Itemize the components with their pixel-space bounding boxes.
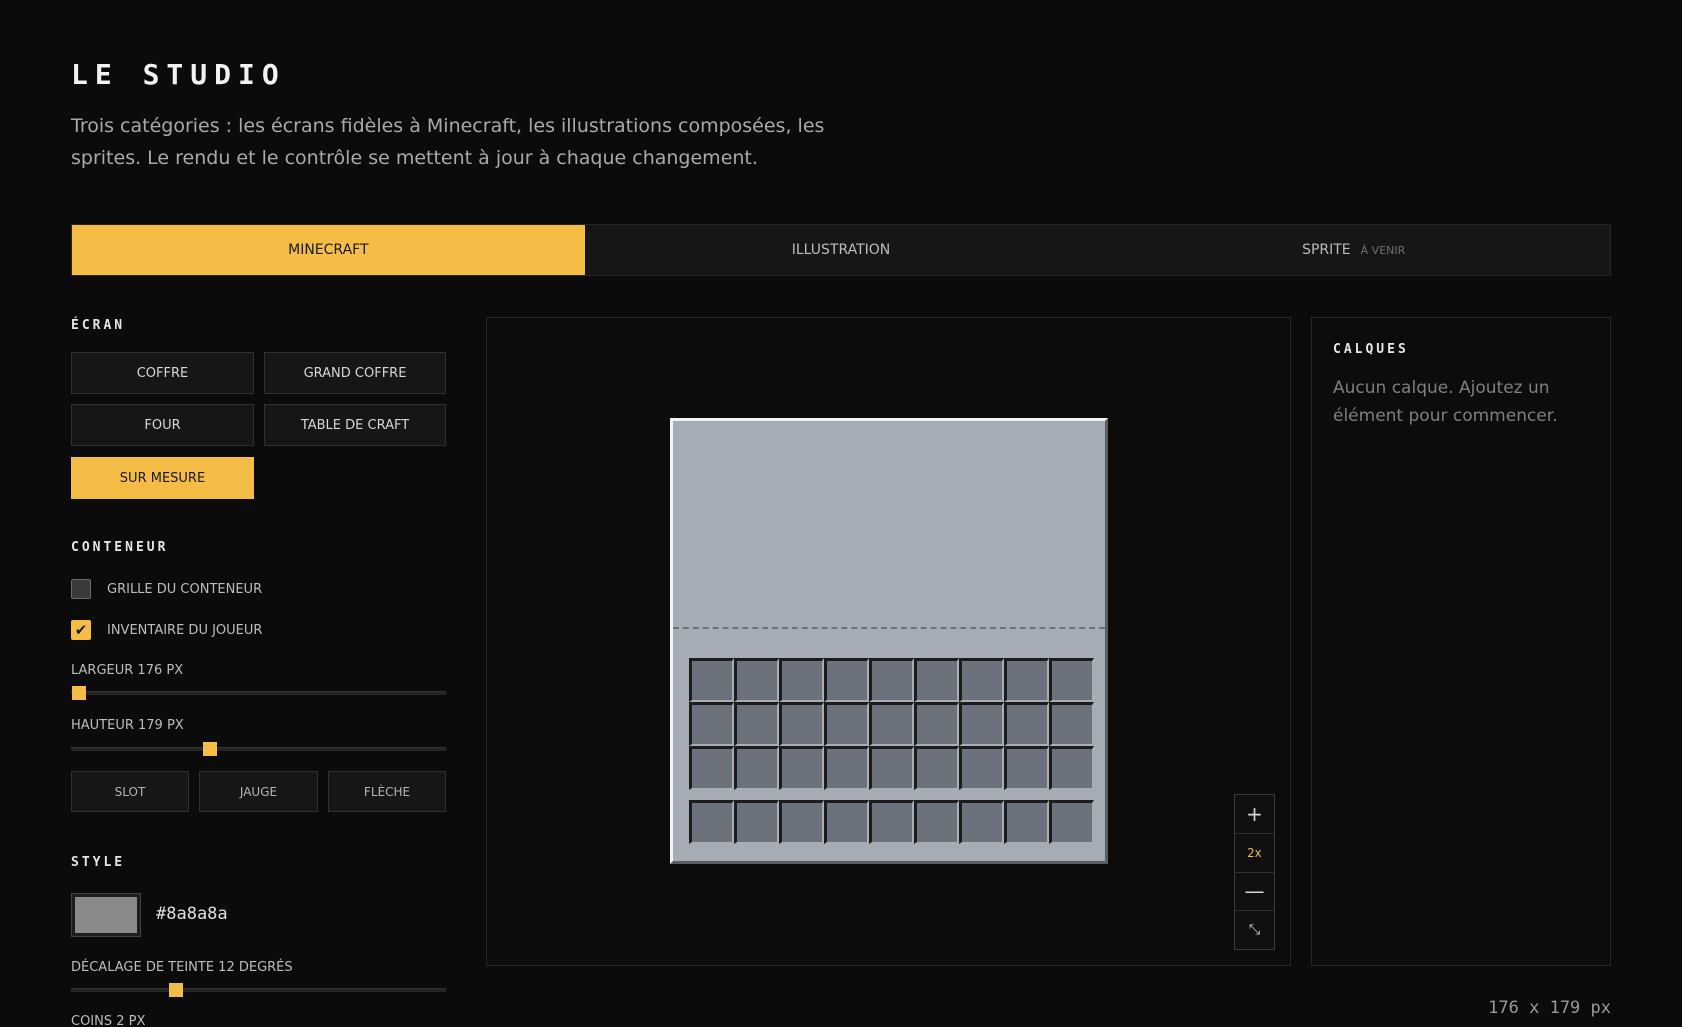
color-hex-value[interactable]: #8a8a8a xyxy=(156,904,228,924)
page-title: LE STUDIO xyxy=(71,58,286,91)
minecraft-gui-preview[interactable] xyxy=(670,418,1108,864)
inventory-slot[interactable] xyxy=(779,746,824,790)
height-slider[interactable] xyxy=(71,742,446,756)
width-slider[interactable] xyxy=(71,686,446,700)
hue-shift-label: DÉCALAGE DE TEINTE 12 DEGRÉS xyxy=(71,960,293,975)
inventory-slot[interactable] xyxy=(1049,658,1094,702)
add-gauge-button[interactable]: JAUGE xyxy=(199,771,318,812)
height-label: HAUTEUR 179 PX xyxy=(71,718,184,733)
inventory-slot[interactable] xyxy=(1049,702,1094,746)
fit-icon: ⤡ xyxy=(1248,922,1261,939)
screen-chest-button[interactable]: COFFRE xyxy=(71,352,254,394)
corners-label: COINS 2 PX xyxy=(71,1014,146,1027)
inventory-slot[interactable] xyxy=(734,658,779,702)
tab-label: SPRITE xyxy=(1302,242,1351,258)
tab-sprite[interactable]: SPRITE À VENIR xyxy=(1097,225,1610,275)
inventory-slot[interactable] xyxy=(734,746,779,790)
section-style-label: STYLE xyxy=(71,855,126,870)
inventory-slot[interactable] xyxy=(689,658,734,702)
inventory-slot[interactable] xyxy=(689,746,734,790)
plus-icon: + xyxy=(1246,801,1263,826)
inventory-slot[interactable] xyxy=(914,800,959,844)
zoom-controls: + 2x — ⤡ xyxy=(1234,794,1275,950)
hue-shift-slider[interactable] xyxy=(71,983,446,997)
inventory-slot[interactable] xyxy=(824,746,869,790)
layers-title: CALQUES xyxy=(1333,342,1409,357)
section-ecran-label: ÉCRAN xyxy=(71,318,126,333)
inventory-slot[interactable] xyxy=(779,702,824,746)
screen-custom-button[interactable]: SUR MESURE xyxy=(71,457,254,499)
inventory-slot[interactable] xyxy=(734,800,779,844)
layers-empty-message: Aucun calque. Ajoutez un élément pour co… xyxy=(1333,378,1558,426)
zoom-level: 2x xyxy=(1235,834,1274,873)
inventory-slot[interactable] xyxy=(1004,746,1049,790)
slider-thumb[interactable] xyxy=(169,983,183,997)
container-grid-label: GRILLE DU CONTENEUR xyxy=(107,581,263,597)
minus-icon: — xyxy=(1244,879,1265,904)
inventory-slot[interactable] xyxy=(869,746,914,790)
slider-track xyxy=(71,691,446,695)
add-slot-button[interactable]: SLOT xyxy=(71,771,189,812)
player-inventory-label: INVENTAIRE DU JOUEUR xyxy=(107,622,263,638)
inventory-slot[interactable] xyxy=(869,702,914,746)
inventory-slot[interactable] xyxy=(914,658,959,702)
tab-label: ILLUSTRATION xyxy=(791,242,891,258)
tab-minecraft[interactable]: MINECRAFT xyxy=(72,225,585,275)
inventory-slot[interactable] xyxy=(1004,658,1049,702)
container-grid-checkbox[interactable] xyxy=(71,579,91,599)
zoom-fit-button[interactable]: ⤡ xyxy=(1235,911,1274,949)
inventory-slot[interactable] xyxy=(824,800,869,844)
width-label: LARGEUR 176 PX xyxy=(71,663,184,678)
coming-soon-badge: À VENIR xyxy=(1360,243,1406,257)
inventory-slot[interactable] xyxy=(869,658,914,702)
inventory-slot[interactable] xyxy=(779,800,824,844)
inventory-slot[interactable] xyxy=(914,746,959,790)
inventory-slot[interactable] xyxy=(959,800,1004,844)
section-conteneur-label: CONTENEUR xyxy=(71,540,169,555)
zoom-out-button[interactable]: — xyxy=(1235,873,1274,912)
category-tabs: MINECRAFT ILLUSTRATION SPRITE À VENIR xyxy=(71,224,1611,276)
slider-thumb[interactable] xyxy=(71,686,86,700)
canvas-dimensions: 176 x 179 px xyxy=(1488,998,1611,1018)
inventory-slot[interactable] xyxy=(1004,702,1049,746)
screen-crafting-table-button[interactable]: TABLE DE CRAFT xyxy=(264,404,446,446)
player-inventory-checkbox[interactable]: ✔ xyxy=(71,620,91,640)
tab-illustration[interactable]: ILLUSTRATION xyxy=(585,225,1098,275)
inventory-slot[interactable] xyxy=(869,800,914,844)
zoom-level-value: 2x xyxy=(1247,845,1262,860)
container-grid-toggle[interactable]: GRILLE DU CONTENEUR xyxy=(71,579,262,599)
inventory-slot[interactable] xyxy=(914,702,959,746)
inventory-slot[interactable] xyxy=(824,658,869,702)
inventory-slot[interactable] xyxy=(1049,746,1094,790)
inventory-slot[interactable] xyxy=(959,658,1004,702)
slider-track xyxy=(71,988,446,992)
tab-label: MINECRAFT xyxy=(288,242,369,258)
slider-thumb[interactable] xyxy=(202,742,217,756)
inventory-slot[interactable] xyxy=(959,746,1004,790)
inventory-slot[interactable] xyxy=(734,702,779,746)
player-inventory-toggle[interactable]: ✔ INVENTAIRE DU JOUEUR xyxy=(71,620,262,640)
color-swatch[interactable] xyxy=(71,893,141,937)
screen-furnace-button[interactable]: FOUR xyxy=(71,404,254,446)
player-inventory-grid xyxy=(689,658,1094,790)
color-swatch-fill xyxy=(75,897,137,933)
hotbar-grid xyxy=(689,800,1094,844)
inventory-slot[interactable] xyxy=(689,800,734,844)
checkmark-icon: ✔ xyxy=(74,621,88,639)
inventory-slot[interactable] xyxy=(779,658,824,702)
add-arrow-button[interactable]: FLÈCHE xyxy=(328,771,446,812)
page-subtitle: Trois catégories : les écrans fidèles à … xyxy=(71,115,825,169)
inventory-slot[interactable] xyxy=(959,702,1004,746)
canvas-panel[interactable]: + 2x — ⤡ xyxy=(486,317,1291,966)
inventory-slot[interactable] xyxy=(689,702,734,746)
inventory-slot[interactable] xyxy=(1049,800,1094,844)
inventory-slot[interactable] xyxy=(1004,800,1049,844)
zoom-in-button[interactable]: + xyxy=(1235,795,1274,834)
inventory-slot[interactable] xyxy=(824,702,869,746)
slider-track xyxy=(71,747,446,751)
layers-panel: CALQUES Aucun calque. Ajoutez un élément… xyxy=(1311,317,1611,966)
container-divider xyxy=(673,627,1105,629)
screen-large-chest-button[interactable]: GRAND COFFRE xyxy=(264,352,446,394)
